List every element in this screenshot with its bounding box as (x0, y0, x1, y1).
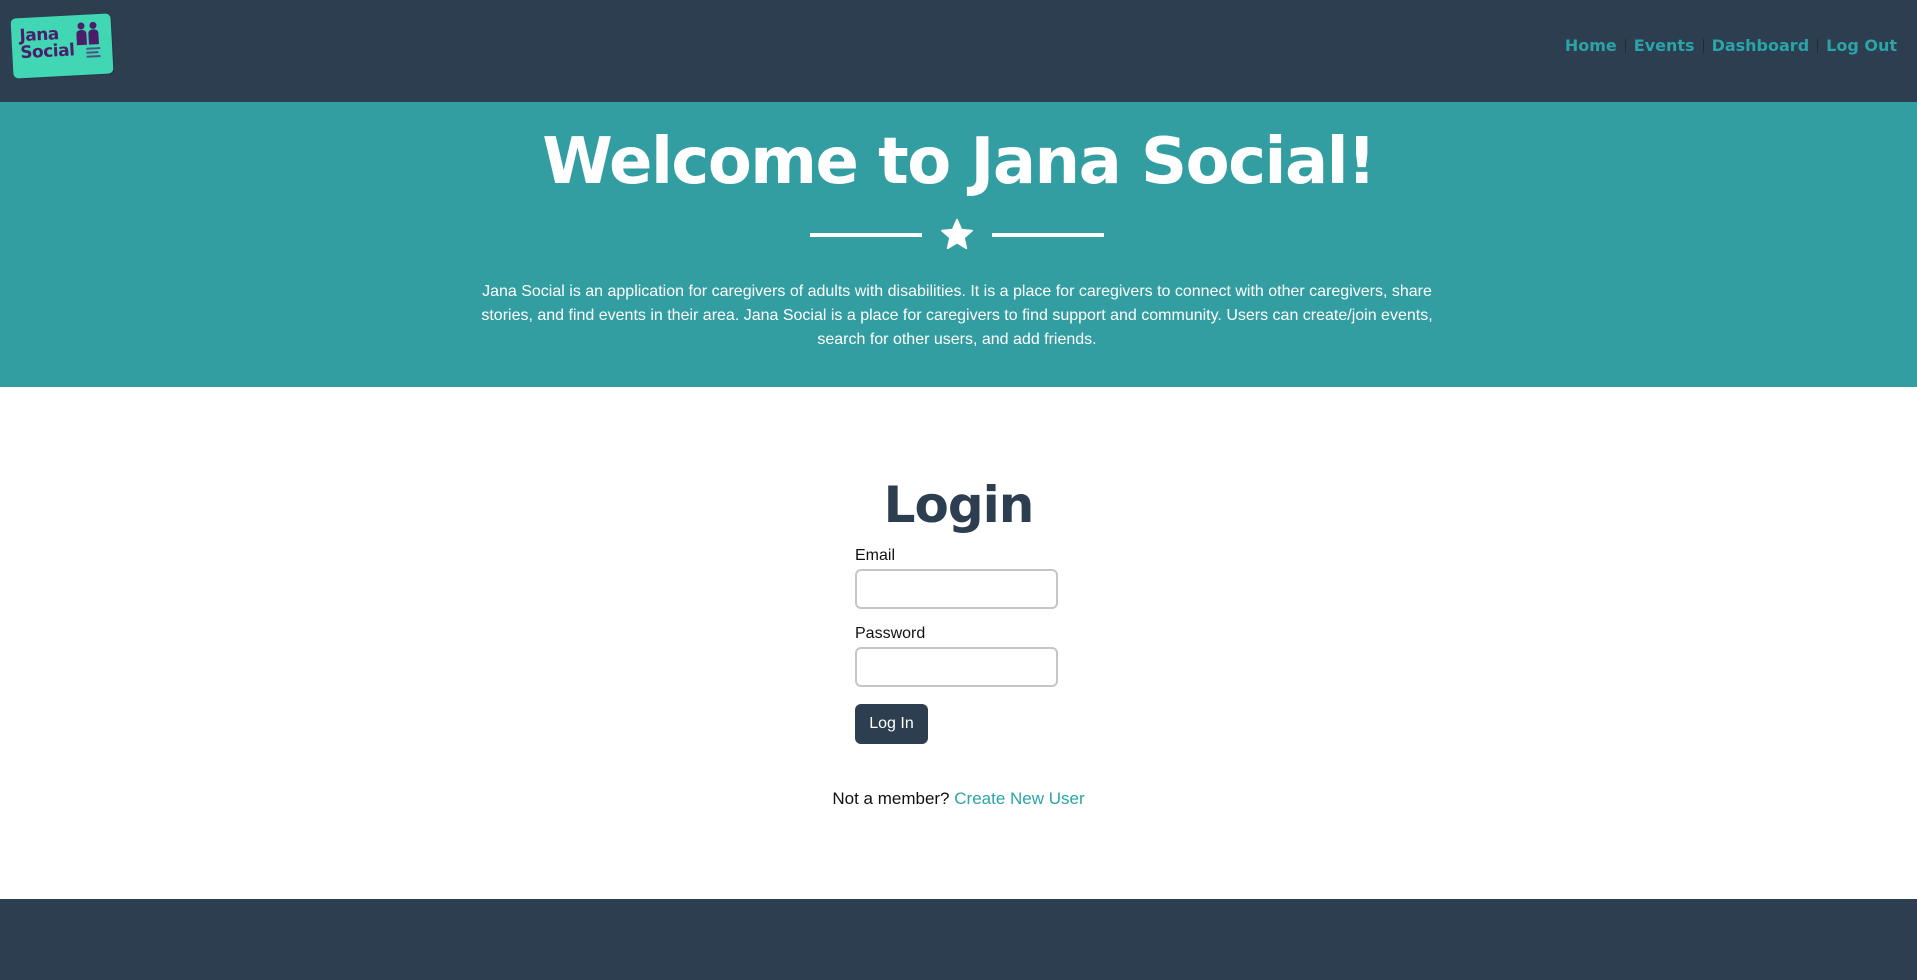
nav-link-logout[interactable]: Log Out (1826, 36, 1897, 55)
email-field[interactable] (855, 569, 1058, 609)
main-nav: Home Events Dashboard Log Out (1565, 36, 1897, 55)
nav-link-dashboard[interactable]: Dashboard (1712, 36, 1810, 55)
nav-separator (1817, 38, 1819, 53)
divider-line-right (992, 233, 1104, 237)
nav-separator (1702, 38, 1704, 53)
divider-line-left (810, 233, 922, 237)
signup-prompt: Not a member? (832, 789, 955, 808)
nav-link-home[interactable]: Home (1565, 36, 1617, 55)
star-icon (941, 218, 973, 250)
hero-title: Welcome to Jana Social! (542, 125, 1376, 199)
nav-link-events[interactable]: Events (1634, 36, 1695, 55)
create-new-user-link[interactable]: Create New User (954, 789, 1084, 808)
logo-text: Jana Social (19, 24, 75, 64)
star-divider (810, 215, 1104, 255)
top-navbar: Jana Social Home Events Dashboard Log Ou… (0, 0, 1917, 102)
nav-separator (1624, 38, 1626, 53)
people-icon (76, 21, 99, 46)
signup-prompt-row: Not a member? Create New User (0, 789, 1917, 809)
logo-tagline-marks (86, 47, 103, 61)
password-label: Password (855, 625, 926, 642)
password-field[interactable] (855, 647, 1058, 687)
field-gap (855, 609, 1155, 625)
logo-line-2: Social (19, 40, 75, 64)
login-button[interactable]: Log In (855, 704, 928, 744)
hero-description: Jana Social is an application for caregi… (481, 283, 1433, 348)
welcome-hero: Welcome to Jana Social! Jana Social is a… (0, 102, 1917, 387)
login-title: Login (883, 476, 1035, 534)
login-form: Email Password Log In (855, 547, 1155, 744)
jana-social-logo[interactable]: Jana Social (10, 13, 114, 79)
email-label: Email (855, 547, 896, 564)
page-footer (0, 899, 1917, 980)
login-section: Login Email Password Log In Not a member… (0, 387, 1917, 899)
